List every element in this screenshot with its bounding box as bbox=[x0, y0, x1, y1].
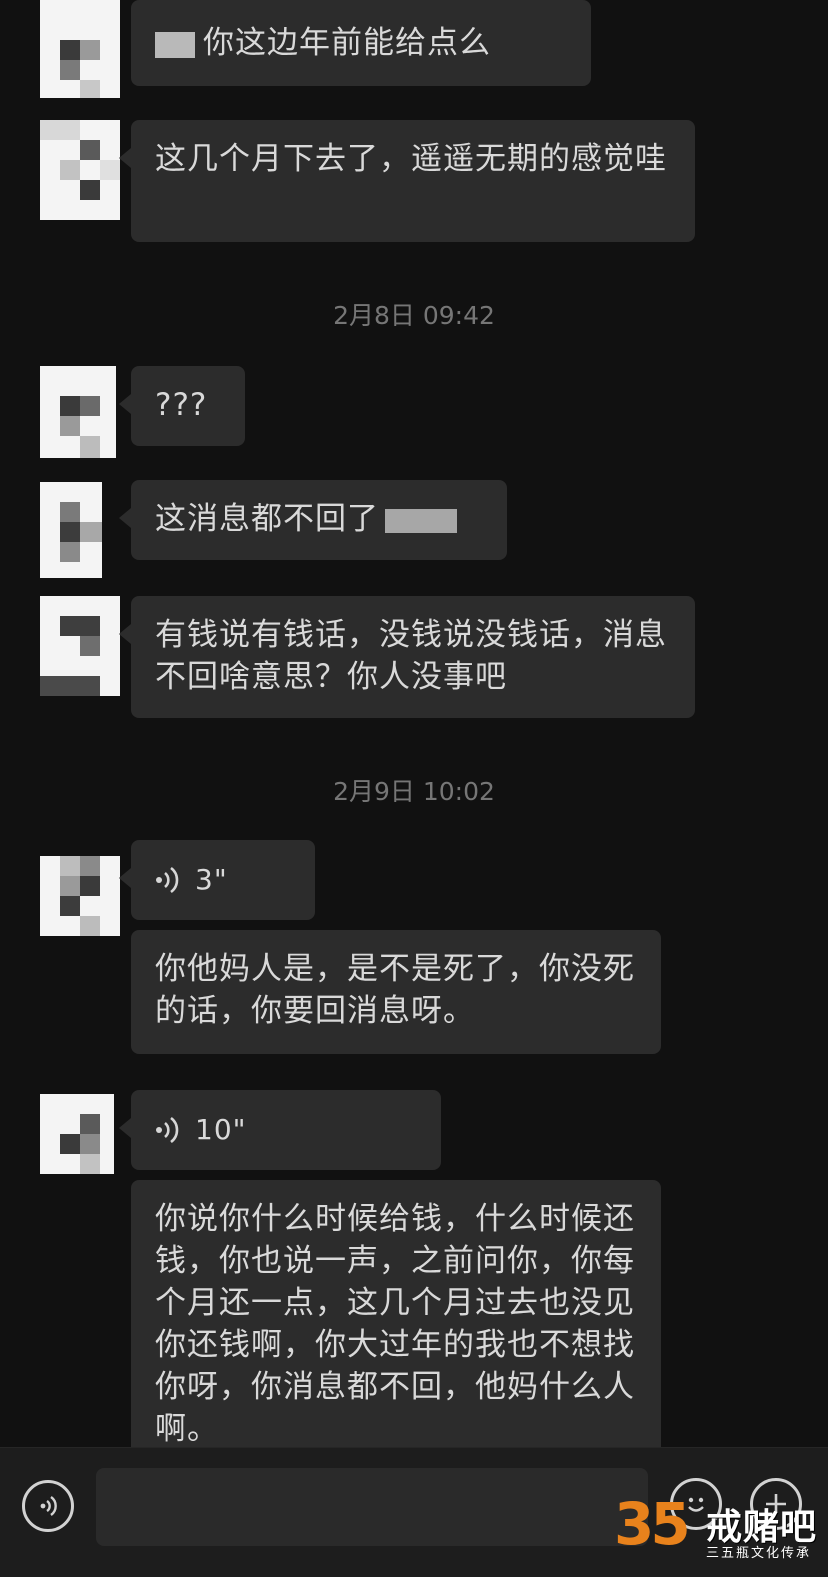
avatar[interactable] bbox=[40, 366, 116, 458]
message-text: 有钱说有钱话，没钱说没钱话，消息不回啥意思？你人没事吧 bbox=[155, 617, 667, 695]
message-text: 你这边年前能给点么 bbox=[203, 25, 491, 61]
message-bubble[interactable]: 你他妈人是，是不是死了，你没死的话，你要回消息呀。 bbox=[131, 930, 661, 1054]
voice-duration: 3" bbox=[195, 863, 228, 896]
avatar[interactable] bbox=[40, 0, 120, 98]
timestamp: 2月9日 10:02 bbox=[333, 777, 495, 806]
avatar[interactable] bbox=[40, 1094, 114, 1174]
message-text: ??? bbox=[155, 387, 208, 423]
watermark-subtitle: 三五瓶文化传承 bbox=[706, 1546, 812, 1561]
message-text: 这消息都不回了 bbox=[155, 501, 379, 537]
watermark-number: 35 bbox=[614, 1490, 691, 1558]
voice-input-button[interactable] bbox=[22, 1480, 74, 1532]
message-bubble[interactable]: 这几个月下去了，遥遥无期的感觉哇 bbox=[119, 120, 695, 242]
redacted-name bbox=[385, 508, 457, 533]
message-text: 这几个月下去了，遥遥无期的感觉哇 bbox=[155, 141, 667, 177]
voice-icon bbox=[40, 1496, 57, 1516]
timestamp: 2月8日 09:42 bbox=[333, 301, 495, 330]
message-bubble[interactable]: 你说你什么时候给钱，什么时候还钱，你也说一声，之前问你，你每个月还一点，这几个月… bbox=[131, 1180, 661, 1447]
avatar[interactable] bbox=[40, 120, 120, 220]
message-text: 你说你什么时候给钱，什么时候还钱，你也说一声，之前问你，你每个月还一点，这几个月… bbox=[155, 1201, 635, 1447]
avatar[interactable] bbox=[40, 596, 120, 696]
message-bubble[interactable]: 这消息都不回了 bbox=[119, 480, 507, 560]
voice-message[interactable]: 3" bbox=[119, 840, 315, 920]
chat-area[interactable]: 你这边年前能给点么 这几个月下去了，遥遥无期的感觉哇 2月8日 09:42 ??… bbox=[0, 0, 828, 1447]
message-bubble[interactable]: 有钱说有钱话，没钱说没钱话，消息不回啥意思？你人没事吧 bbox=[119, 596, 695, 718]
avatar[interactable] bbox=[40, 856, 120, 936]
message-bubble[interactable]: 你这边年前能给点么 bbox=[131, 0, 591, 86]
voice-message[interactable]: 10" bbox=[119, 1090, 441, 1170]
message-input[interactable] bbox=[96, 1468, 648, 1546]
watermark: 35 戒赌吧 三五瓶文化传承 bbox=[612, 1490, 822, 1564]
redacted-name bbox=[155, 31, 195, 58]
message-bubble[interactable]: ??? bbox=[119, 366, 245, 446]
voice-wave-icon bbox=[156, 866, 179, 894]
avatar[interactable] bbox=[40, 482, 102, 578]
voice-wave-icon bbox=[156, 1116, 179, 1144]
message-text: 你他妈人是，是不是死了，你没死的话，你要回消息呀。 bbox=[155, 951, 635, 1029]
voice-duration: 10" bbox=[195, 1113, 247, 1146]
